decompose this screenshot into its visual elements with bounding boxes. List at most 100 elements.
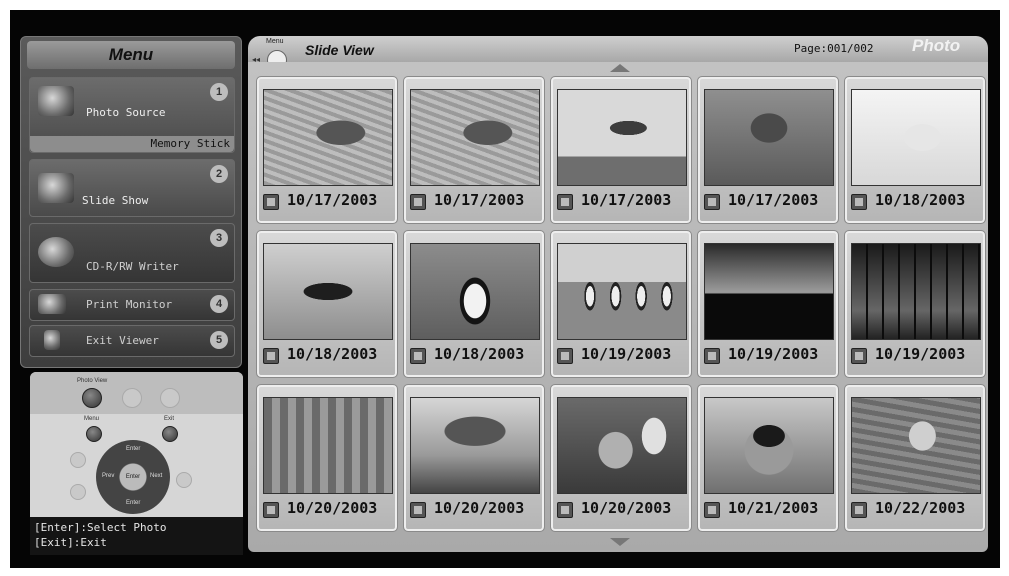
menu-item-label: Slide Show: [82, 194, 149, 207]
memory-stick-icon: [38, 86, 74, 116]
help-line-enter: [Enter]:Select Photo: [34, 521, 167, 534]
exit-button-label: Exit: [164, 416, 175, 422]
select-checkbox-icon[interactable]: [704, 348, 720, 364]
select-checkbox-icon[interactable]: [410, 348, 426, 364]
photo-date: 10/17/2003: [581, 191, 672, 209]
menu-item-number: 5: [210, 331, 228, 349]
direction-pad[interactable]: Enter Enter Prev Next Enter: [96, 440, 170, 514]
photo-view-label: Photo View: [77, 378, 108, 384]
menu-button-label: Menu: [84, 416, 100, 422]
photo-thumbnail[interactable]: 10/17/2003: [697, 76, 839, 224]
photo-date: 10/17/2003: [434, 191, 525, 209]
photo-thumbnail[interactable]: 10/19/2003: [550, 230, 692, 378]
photo-image: [851, 89, 981, 186]
select-checkbox-icon[interactable]: [263, 348, 279, 364]
dpad-down-label: Enter: [126, 500, 141, 506]
photo-thumbnail[interactable]: 10/17/2003: [403, 76, 545, 224]
photo-thumbnail[interactable]: 10/18/2003: [256, 230, 398, 378]
page-indicator: Page:001/002: [794, 42, 874, 55]
photo-image: [263, 89, 393, 186]
select-checkbox-icon[interactable]: [263, 194, 279, 210]
photo-date: 10/17/2003: [287, 191, 378, 209]
photo-image: [557, 89, 687, 186]
menu-item-number: 1: [210, 83, 228, 101]
scroll-down-arrow-icon[interactable]: [610, 538, 630, 546]
photo-date: 10/20/2003: [287, 499, 378, 517]
menu-item-label: Photo Source: [86, 106, 166, 119]
remote-button[interactable]: [160, 388, 180, 408]
select-checkbox-icon[interactable]: [704, 502, 720, 518]
photo-view-button[interactable]: [82, 388, 102, 408]
select-checkbox-icon[interactable]: [851, 502, 867, 518]
exit-button[interactable]: [162, 426, 178, 442]
photo-date: 10/18/2003: [875, 191, 966, 209]
photo-thumbnail[interactable]: 10/20/2003: [403, 384, 545, 532]
photo-image: [410, 89, 540, 186]
enter-button[interactable]: Enter: [122, 468, 144, 486]
photo-date: 10/22/2003: [875, 499, 966, 517]
menu-item-number: 2: [210, 165, 228, 183]
menu-item-cd-writer[interactable]: CD-R/RW Writer 3: [29, 223, 235, 283]
photo-image: [851, 243, 981, 340]
dpad-left-label: Prev: [102, 473, 115, 479]
door-icon: [44, 330, 60, 350]
select-checkbox-icon[interactable]: [557, 348, 573, 364]
remote-button[interactable]: [70, 452, 86, 468]
photo-source-value: Memory Stick: [30, 136, 234, 152]
photo-thumbnail[interactable]: 10/17/2003: [550, 76, 692, 224]
photo-thumbnail[interactable]: 10/22/2003: [844, 384, 986, 532]
select-checkbox-icon[interactable]: [410, 502, 426, 518]
printer-icon: [38, 294, 66, 314]
select-checkbox-icon[interactable]: [851, 348, 867, 364]
photo-image: [704, 397, 834, 494]
remote-control-diagram: Photo View Menu Exit Enter Enter Prev Ne…: [30, 372, 243, 517]
photo-image: [263, 397, 393, 494]
select-checkbox-icon[interactable]: [851, 194, 867, 210]
photo-date: 10/17/2003: [728, 191, 819, 209]
menu-panel: Menu Photo Source 1 Memory Stick Slide S…: [20, 36, 242, 368]
photo-date: 10/21/2003: [728, 499, 819, 517]
photo-image: [704, 243, 834, 340]
photo-thumbnail[interactable]: 10/18/2003: [403, 230, 545, 378]
disc-icon: [38, 237, 74, 267]
select-checkbox-icon[interactable]: [557, 194, 573, 210]
menu-item-print-monitor[interactable]: Print Monitor 4: [29, 289, 235, 321]
photo-thumbnail[interactable]: 10/21/2003: [697, 384, 839, 532]
photo-thumbnail[interactable]: 10/19/2003: [697, 230, 839, 378]
select-checkbox-icon[interactable]: [704, 194, 720, 210]
help-text: [Enter]:Select Photo [Exit]:Exit: [30, 517, 243, 555]
scroll-up-arrow-icon[interactable]: [610, 64, 630, 72]
photo-date: 10/20/2003: [581, 499, 672, 517]
remote-button[interactable]: [70, 484, 86, 500]
menu-item-photo-source[interactable]: Photo Source 1 Memory Stick: [29, 77, 235, 153]
menu-button[interactable]: [86, 426, 102, 442]
menu-title: Menu: [108, 45, 154, 64]
photo-date: 10/19/2003: [875, 345, 966, 363]
menu-item-slide-show[interactable]: Slide Show 2: [29, 159, 235, 217]
menu-item-label: Exit Viewer: [86, 334, 159, 347]
slide-show-icon: [38, 173, 74, 203]
select-checkbox-icon[interactable]: [263, 502, 279, 518]
photo-date: 10/19/2003: [581, 345, 672, 363]
select-checkbox-icon[interactable]: [410, 194, 426, 210]
remote-button[interactable]: [176, 472, 192, 488]
photo-image: [557, 243, 687, 340]
photo-thumbnail[interactable]: 10/19/2003: [844, 230, 986, 378]
photo-image: [851, 397, 981, 494]
menu-item-exit-viewer[interactable]: Exit Viewer 5: [29, 325, 235, 357]
photo-date: 10/19/2003: [728, 345, 819, 363]
menu-item-number: 3: [210, 229, 228, 247]
photo-date: 10/18/2003: [434, 345, 525, 363]
menu-back-label: Menu: [266, 38, 284, 45]
photo-thumbnail[interactable]: 10/18/2003: [844, 76, 986, 224]
photo-thumbnail[interactable]: 10/20/2003: [550, 384, 692, 532]
help-line-exit: [Exit]:Exit: [34, 536, 107, 549]
remote-button[interactable]: [122, 388, 142, 408]
dpad-right-label: Next: [150, 473, 163, 479]
select-checkbox-icon[interactable]: [557, 502, 573, 518]
photo-image: [410, 397, 540, 494]
photo-thumbnail[interactable]: 10/20/2003: [256, 384, 398, 532]
photo-thumbnail[interactable]: 10/17/2003: [256, 76, 398, 224]
menu-item-label: CD-R/RW Writer: [86, 260, 179, 273]
photo-image: [704, 89, 834, 186]
